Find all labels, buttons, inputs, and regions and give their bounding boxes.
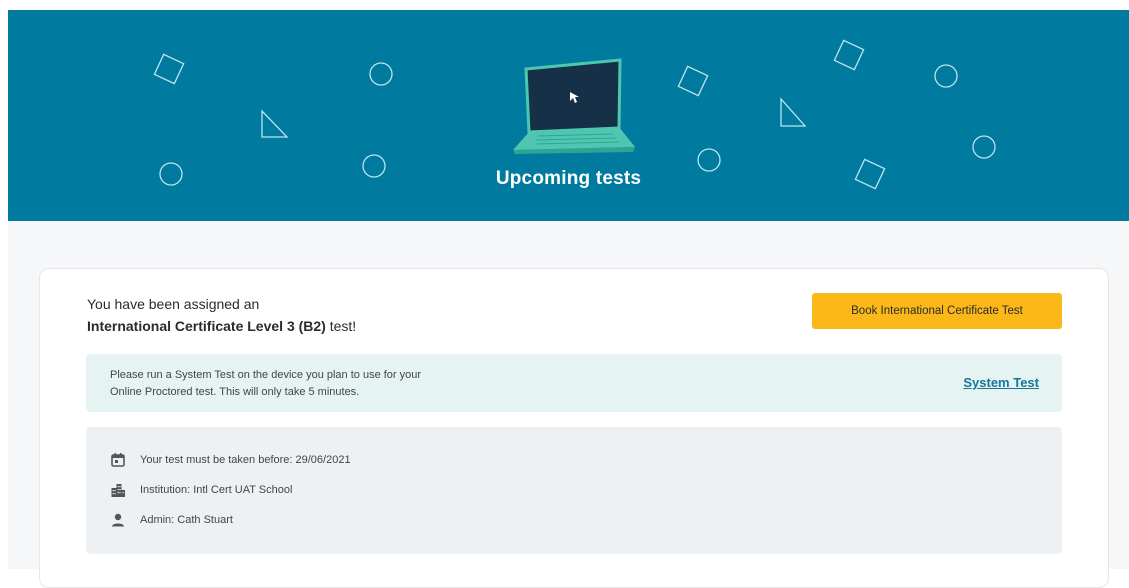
system-test-panel: Please run a System Test on the device y… <box>86 354 1062 412</box>
header-banner: Upcoming tests <box>8 10 1129 221</box>
system-test-message-line1: Please run a System Test on the device y… <box>110 369 422 381</box>
building-icon <box>110 482 126 498</box>
admin-row: Admin: Cath Stuart <box>110 511 233 529</box>
test-suffix: test! <box>329 318 357 334</box>
triangle-shape <box>780 97 807 127</box>
institution-row: Institution: Intl Cert UAT School <box>110 481 292 499</box>
circle-shape <box>369 62 393 86</box>
system-test-link[interactable]: System Test <box>963 375 1039 390</box>
square-shape <box>833 39 865 71</box>
test-name: International Certificate Level 3 (B2) <box>87 318 326 334</box>
square-shape <box>153 53 185 85</box>
circle-shape <box>972 135 996 159</box>
admin-text: Admin: Cath Stuart <box>140 514 233 526</box>
book-test-button[interactable]: Book International Certificate Test <box>812 293 1062 329</box>
system-test-message: Please run a System Test on the device y… <box>110 367 490 401</box>
test-details-panel: Your test must be taken before: 29/06/20… <box>86 427 1062 554</box>
institution-text: Institution: Intl Cert UAT School <box>140 484 293 496</box>
calendar-icon <box>110 452 126 468</box>
deadline-text: Your test must be taken before: 29/06/20… <box>140 454 351 466</box>
triangle-shape <box>261 109 289 138</box>
circle-shape <box>934 64 958 88</box>
square-shape <box>677 65 709 97</box>
system-test-message-line2: Online Proctored test. This will only ta… <box>110 386 360 398</box>
assignment-intro: You have been assigned an <box>87 296 260 312</box>
person-icon <box>110 512 126 528</box>
page-title: Upcoming tests <box>495 168 642 189</box>
laptop-illustration <box>513 58 635 154</box>
deadline-row: Your test must be taken before: 29/06/20… <box>110 451 351 469</box>
assignment-test: International Certificate Level 3 (B2) t… <box>87 318 356 334</box>
